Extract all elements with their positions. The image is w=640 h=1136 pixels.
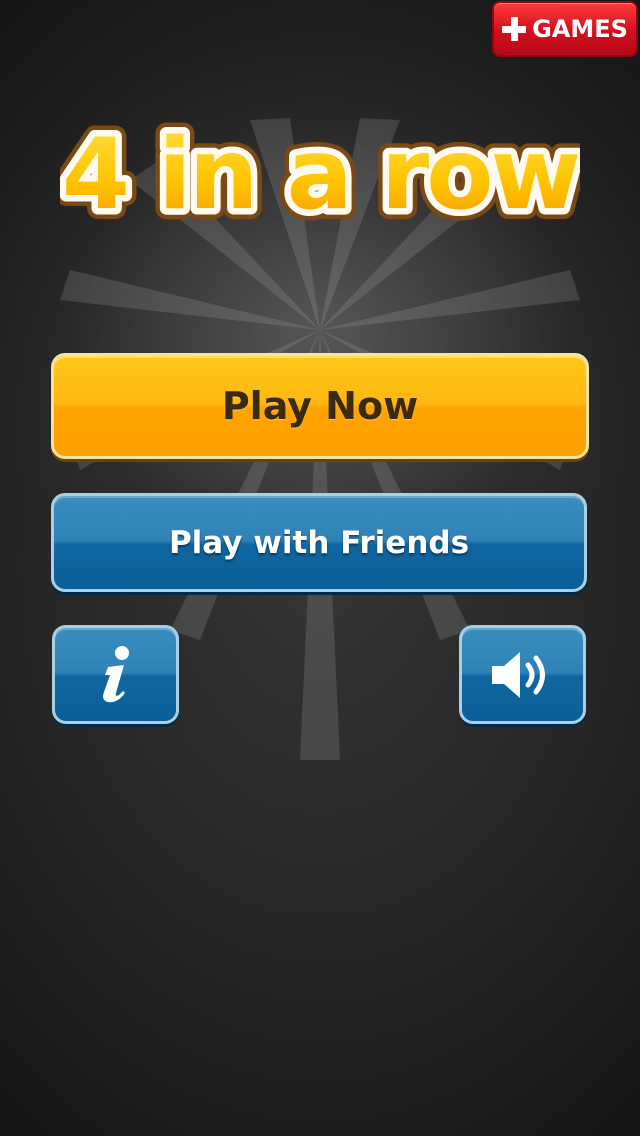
play-now-label: Play Now <box>221 384 419 428</box>
more-games-label: GAMES <box>532 15 628 43</box>
info-icon <box>96 645 136 705</box>
game-title-logo: 4 in a row 4 in a row 4 in a row <box>60 108 580 238</box>
play-with-friends-button[interactable]: Play with Friends <box>51 493 587 592</box>
speaker-icon <box>488 647 558 703</box>
play-with-friends-label: Play with Friends <box>168 524 470 561</box>
play-now-button[interactable]: Play Now <box>51 353 589 459</box>
more-games-button[interactable]: GAMES <box>492 1 638 57</box>
info-button[interactable] <box>52 625 179 724</box>
game-title-fill: 4 in a row <box>62 118 579 232</box>
plus-icon <box>502 17 527 41</box>
sound-toggle-button[interactable] <box>459 625 586 724</box>
